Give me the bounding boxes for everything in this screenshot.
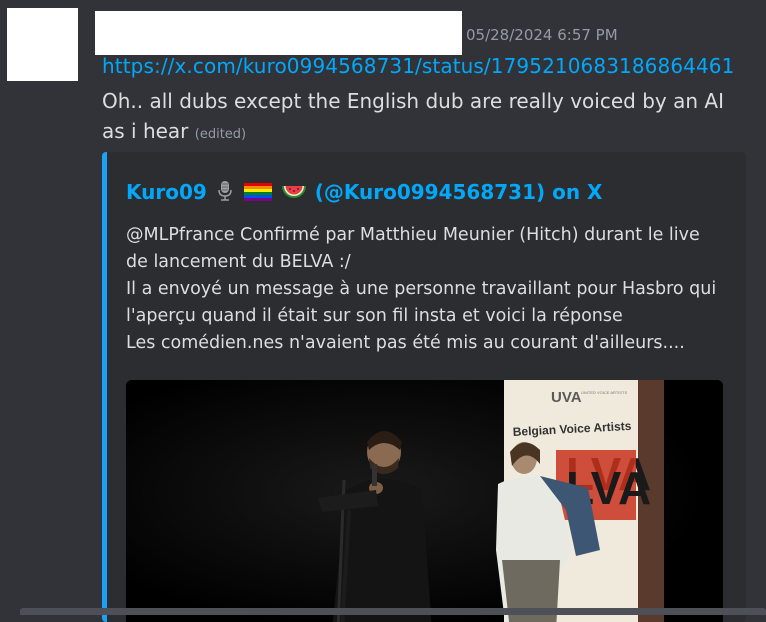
embed-image[interactable]: UVA UNITED VOICE ARTISTS Belgian Voice A… [126,380,723,622]
avatar[interactable] [7,8,78,81]
username-redacted [95,11,462,55]
photo-banner-logo-sub: UNITED VOICE ARTISTS [581,390,627,395]
embed-author-link[interactable]: Kuro09 (@Kuro0994568731) on X [126,180,602,207]
photo-banner-logo: UVA [551,389,582,406]
message-link[interactable]: https://x.com/kuro0994568731/status/1795… [102,54,734,78]
message-content: Oh.. all dubs except the English dub are… [102,86,742,150]
scroll-edge [20,608,766,615]
embed-accent-bar [102,152,107,622]
embed-description-line: Il a envoyé un message à une personne tr… [126,279,717,299]
embed-description: @MLPfrance Confirmé par Matthieu Meunier… [126,222,726,357]
embed-photo: UVA UNITED VOICE ARTISTS Belgian Voice A… [126,380,723,622]
watermelon-icon [281,182,307,207]
edited-label: (edited) [194,127,247,142]
link-embed: Kuro09 (@Kuro0994568731) on X @MLPfrance… [102,152,746,622]
embed-description-line: @MLPfrance Confirmé par Matthieu Meunier… [126,225,700,245]
rainbow-flag-icon [243,182,272,207]
embed-author-name: Kuro09 [126,180,207,204]
message-timestamp: 05/28/2024 6:57 PM [466,26,618,44]
embed-author-handle: (@Kuro0994568731) on X [314,180,603,204]
embed-description-line: de lancement du BELVA :/ [126,252,351,272]
embed-description-line: l'aperçu quand il était sur son fil inst… [126,306,623,326]
embed-description-line: Les comédien.nes n'avaient pas été mis a… [126,333,685,353]
microphone-icon [215,180,235,207]
